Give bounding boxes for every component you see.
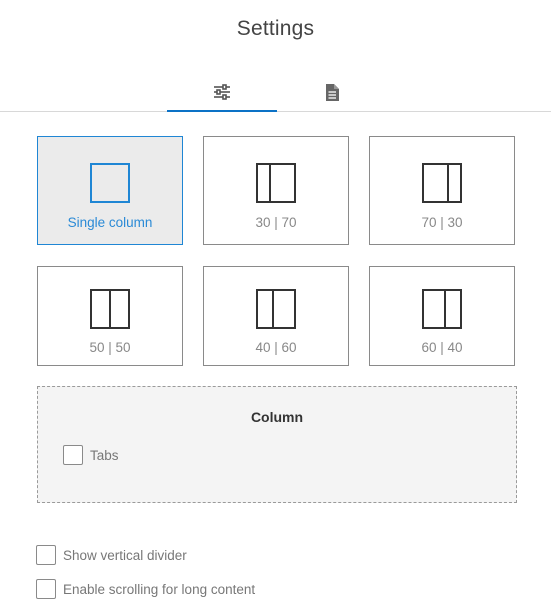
column-settings-panel: Column Tabs: [37, 386, 517, 503]
enable-scrolling-label: Enable scrolling for long content: [63, 581, 256, 597]
two-column-60-40-icon: [422, 289, 462, 334]
two-column-40-60-icon: [256, 289, 296, 334]
layout-label: 50 | 50: [89, 340, 131, 355]
sliders-icon: [213, 84, 231, 100]
page-title: Settings: [236, 17, 315, 40]
two-column-70-30-icon: [422, 163, 462, 208]
document-icon: [325, 84, 339, 101]
layout-option-single-column[interactable]: Single column: [37, 136, 183, 245]
column-section-title: Column: [250, 409, 304, 425]
layout-label: 70 | 30: [421, 215, 463, 230]
tabs-checkbox[interactable]: [63, 445, 83, 465]
layout-option-60-40[interactable]: 60 | 40: [369, 266, 515, 366]
layout-label: 30 | 70: [255, 215, 297, 230]
layout-option-40-60[interactable]: 40 | 60: [203, 266, 349, 366]
settings-tabs: [0, 74, 551, 112]
tabs-option-label: Tabs: [90, 447, 119, 463]
show-vertical-divider-checkbox[interactable]: [36, 545, 56, 565]
layout-option-70-30[interactable]: 70 | 30: [369, 136, 515, 245]
enable-scrolling-checkbox[interactable]: [36, 579, 56, 599]
layout-label: 60 | 40: [421, 340, 463, 355]
layout-label: Single column: [67, 215, 153, 230]
single-column-icon: [90, 163, 130, 208]
tab-content[interactable]: [277, 74, 387, 111]
two-column-30-70-icon: [256, 163, 296, 208]
layout-option-50-50[interactable]: 50 | 50: [37, 266, 183, 366]
tabs-option[interactable]: Tabs: [63, 445, 119, 465]
enable-scrolling-option[interactable]: Enable scrolling for long content: [36, 579, 255, 599]
two-column-50-50-icon: [90, 289, 130, 334]
layout-option-30-70[interactable]: 30 | 70: [203, 136, 349, 245]
show-vertical-divider-option[interactable]: Show vertical divider: [36, 545, 187, 565]
show-vertical-divider-label: Show vertical divider: [63, 547, 187, 563]
layout-label: 40 | 60: [255, 340, 297, 355]
tab-layout[interactable]: [167, 74, 277, 112]
